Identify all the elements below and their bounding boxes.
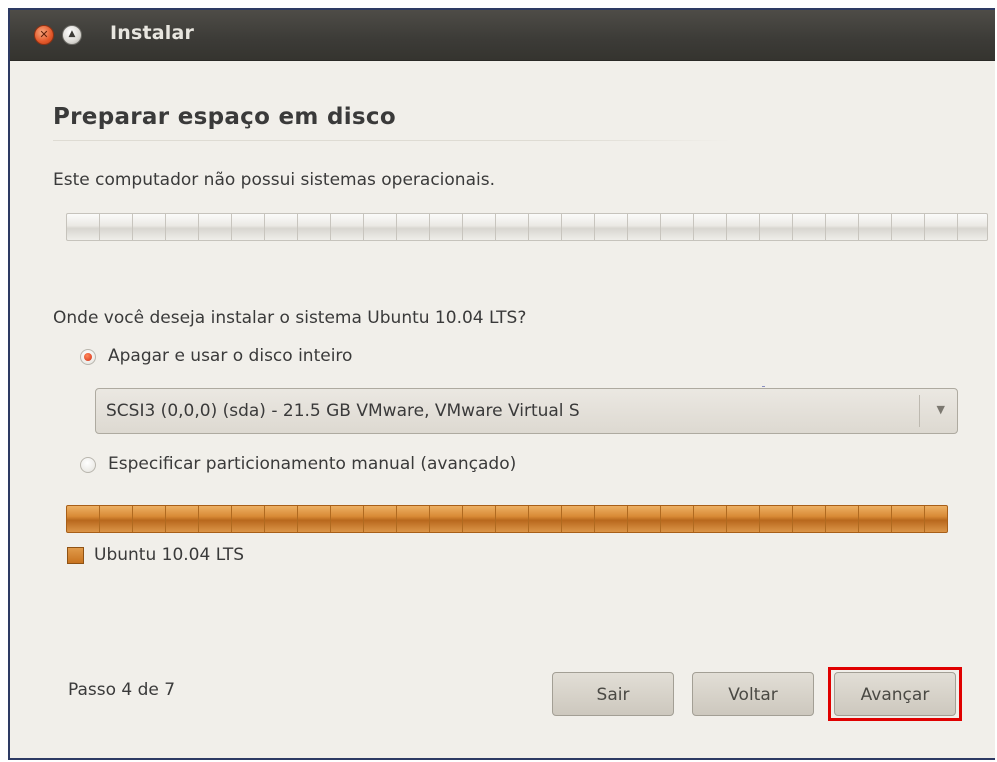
quit-button[interactable]: Sair bbox=[552, 672, 674, 716]
disk-select-separator bbox=[919, 395, 920, 427]
title-bar: ✕ ▲ Instalar bbox=[10, 10, 995, 61]
ubuntu-legend-swatch bbox=[67, 547, 84, 564]
title-divider bbox=[53, 140, 731, 141]
erase-disk-label[interactable]: Apagar e usar o disco inteiro bbox=[108, 346, 352, 366]
stray-mark bbox=[762, 386, 765, 387]
forward-button-highlight bbox=[828, 667, 962, 721]
close-icon: ✕ bbox=[39, 28, 49, 41]
disk-select-value: SCSI3 (0,0,0) (sda) - 21.5 GB VMware, VM… bbox=[106, 401, 580, 421]
disk-select[interactable]: SCSI3 (0,0,0) (sda) - 21.5 GB VMware, VM… bbox=[95, 388, 958, 434]
close-window-button[interactable]: ✕ bbox=[34, 25, 54, 45]
os-status-text: Este computador não possui sistemas oper… bbox=[53, 170, 495, 190]
current-disk-bar bbox=[66, 213, 988, 241]
manual-partition-radio[interactable] bbox=[80, 457, 96, 473]
dropdown-arrow-icon[interactable]: ▼ bbox=[937, 403, 945, 416]
ubuntu-legend-label: Ubuntu 10.04 LTS bbox=[94, 545, 245, 565]
installer-window: ✕ ▲ Instalar Preparar espaço em disco Es… bbox=[8, 8, 995, 760]
install-question: Onde você deseja instalar o sistema Ubun… bbox=[53, 308, 527, 328]
erase-disk-radio[interactable] bbox=[80, 349, 96, 365]
new-partition-bar bbox=[66, 505, 948, 533]
step-indicator: Passo 4 de 7 bbox=[68, 680, 176, 700]
back-button[interactable]: Voltar bbox=[692, 672, 814, 716]
maximize-window-button[interactable]: ▲ bbox=[62, 25, 82, 45]
manual-partition-label[interactable]: Especificar particionamento manual (avan… bbox=[108, 454, 516, 474]
chevron-up-icon: ▲ bbox=[68, 29, 76, 39]
window-title: Instalar bbox=[110, 22, 195, 44]
page-title: Preparar espaço em disco bbox=[53, 104, 396, 130]
